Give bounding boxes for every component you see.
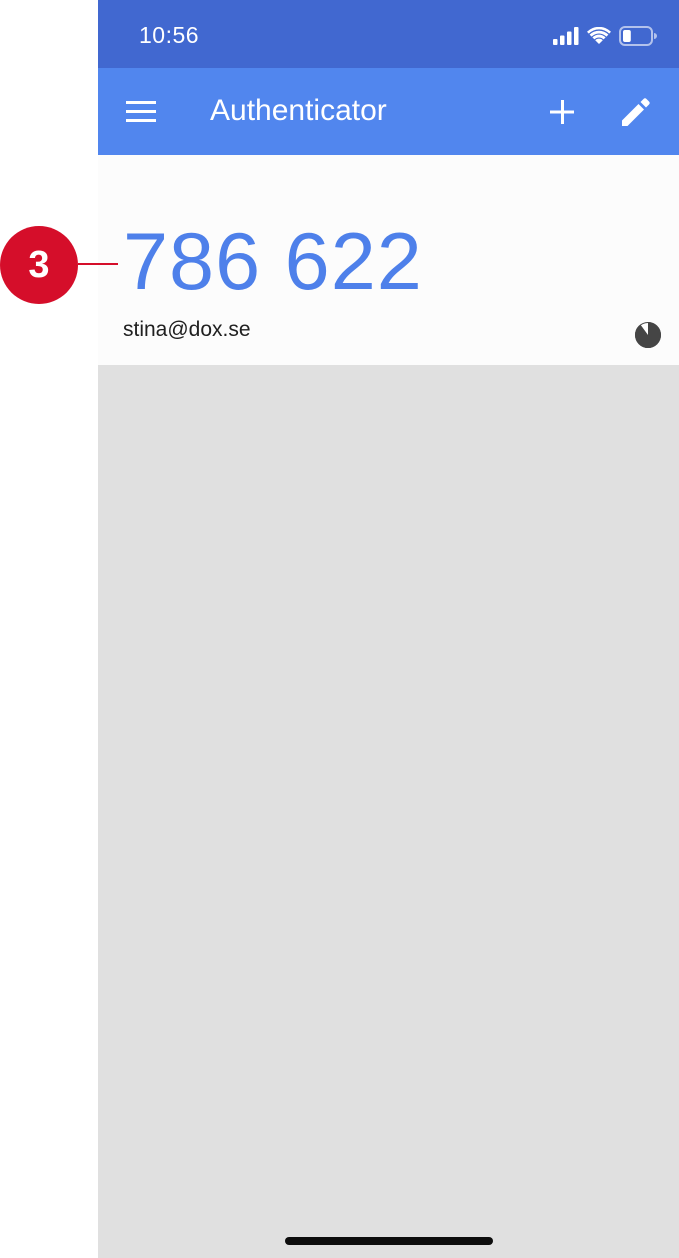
wifi-icon — [587, 27, 611, 44]
edit-button[interactable] — [614, 90, 658, 134]
menu-button[interactable] — [118, 92, 164, 132]
plus-icon — [550, 100, 574, 124]
otp-code[interactable]: 786 622 — [123, 217, 423, 307]
cellular-signal-icon — [553, 27, 579, 45]
app-bar: Authenticator — [98, 68, 679, 155]
add-account-button[interactable] — [540, 90, 584, 134]
phone-screen: 10:56 Authenticator 786 622 stina@dox.se — [98, 0, 679, 1258]
account-card[interactable]: 786 622 stina@dox.se — [98, 155, 679, 365]
status-time: 10:56 — [139, 22, 200, 48]
callout-line — [78, 263, 118, 265]
pencil-icon — [622, 98, 650, 126]
countdown-timer-icon — [634, 322, 661, 348]
account-name: stina@dox.se — [123, 318, 251, 341]
menu-icon — [126, 101, 156, 122]
home-indicator — [285, 1237, 493, 1245]
callout-number: 3 — [28, 243, 50, 286]
callout-number-badge: 3 — [0, 226, 78, 304]
battery-fill — [623, 30, 631, 42]
status-icons — [553, 24, 657, 48]
app-title: Authenticator — [210, 94, 387, 127]
status-bar: 10:56 — [98, 0, 679, 68]
battery-icon — [619, 26, 657, 46]
